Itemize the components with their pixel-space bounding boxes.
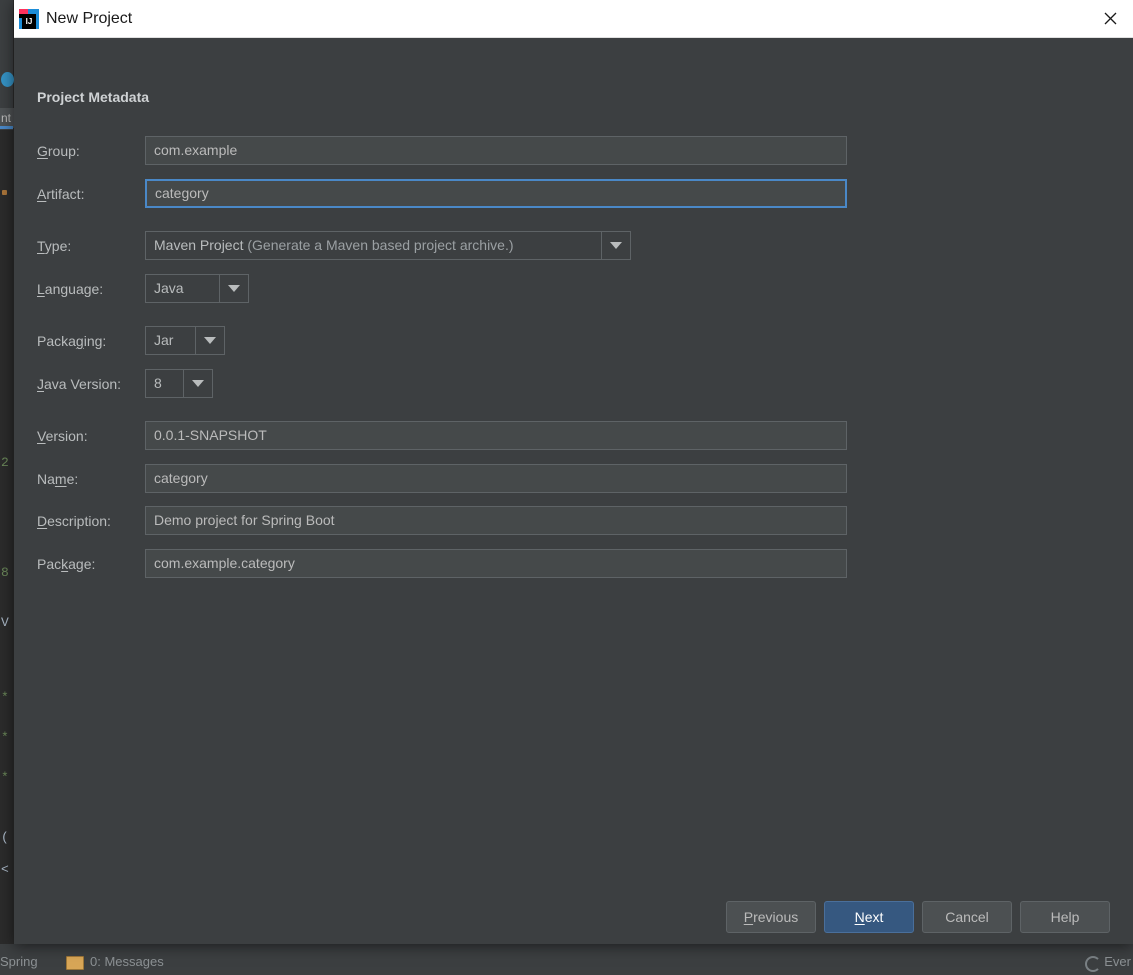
new-project-dialog: IJ New Project Project Metadata Group: co… xyxy=(14,0,1133,944)
java-version-combo[interactable]: 8 xyxy=(145,369,213,398)
label-group: Group: xyxy=(37,143,80,159)
ide-code-line: * xyxy=(1,690,9,705)
artifact-input[interactable]: category xyxy=(145,179,847,208)
close-icon[interactable] xyxy=(1087,0,1133,37)
label-description: Description: xyxy=(37,513,111,529)
type-combo-value: Maven Project (Generate a Maven based pr… xyxy=(154,237,514,253)
ide-editor-sliver xyxy=(0,130,13,944)
label-packaging: Packaging: xyxy=(37,333,107,349)
project-name-input[interactable]: category xyxy=(145,464,847,493)
chevron-down-icon[interactable] xyxy=(219,275,248,302)
label-version: Version: xyxy=(37,428,88,444)
packaging-combo[interactable]: Jar xyxy=(145,326,225,355)
intellij-idea-logo-icon: IJ xyxy=(18,8,40,30)
messages-icon xyxy=(66,956,84,970)
svg-text:IJ: IJ xyxy=(26,17,33,26)
dialog-title: New Project xyxy=(46,10,133,27)
packaging-combo-value: Jar xyxy=(154,332,174,348)
ide-code-line: V xyxy=(1,615,9,630)
ide-editor-tab-sliver[interactable]: nt xyxy=(0,108,14,128)
status-messages-label[interactable]: 0: Messages xyxy=(90,954,164,969)
dialog-title-bar: IJ New Project xyxy=(14,0,1133,38)
java-version-combo-value: 8 xyxy=(154,375,162,391)
ide-code-line: * xyxy=(1,730,9,745)
label-artifact: Artifact: xyxy=(37,186,85,202)
ide-code-line: * xyxy=(1,770,9,785)
chevron-down-glyph xyxy=(204,337,216,344)
chevron-down-glyph xyxy=(192,380,204,387)
label-package: Package: xyxy=(37,556,96,572)
chevron-down-icon[interactable] xyxy=(601,232,630,259)
ide-code-line: 2 xyxy=(1,455,9,470)
language-combo-value: Java xyxy=(154,280,184,296)
status-spring-label[interactable]: Spring xyxy=(0,954,38,969)
dialog-button-bar: Previous Next Cancel Help xyxy=(726,901,1110,933)
status-event-log-label[interactable]: Ever xyxy=(1104,954,1131,969)
ide-gutter-marker xyxy=(2,190,7,195)
chevron-down-glyph xyxy=(610,242,622,249)
description-input[interactable]: Demo project for Spring Boot xyxy=(145,506,847,535)
ide-code-line: < xyxy=(1,862,9,877)
label-project-name: Name: xyxy=(37,471,79,487)
ide-tab-active-underline xyxy=(0,126,13,129)
chevron-down-icon[interactable] xyxy=(195,327,224,354)
type-combo-detail: (Generate a Maven based project archive.… xyxy=(243,237,514,253)
previous-button[interactable]: Previous xyxy=(726,901,816,933)
cancel-button[interactable]: Cancel xyxy=(922,901,1012,933)
ide-status-bar: Spring 0: Messages Ever xyxy=(0,943,1133,975)
label-language: Language: xyxy=(37,281,104,297)
section-heading-project-metadata: Project Metadata xyxy=(37,89,150,105)
help-button[interactable]: Help xyxy=(1020,901,1110,933)
next-button[interactable]: Next xyxy=(824,901,914,933)
dialog-body: Project Metadata Group: com.example Artifa… xyxy=(14,38,1133,944)
chevron-down-glyph xyxy=(228,285,240,292)
label-java-version: Java Version: xyxy=(37,376,122,392)
chevron-down-icon[interactable] xyxy=(183,370,212,397)
ide-code-line: ( xyxy=(1,830,9,845)
event-log-icon xyxy=(1085,956,1101,972)
type-combo[interactable]: Maven Project (Generate a Maven based pr… xyxy=(145,231,631,260)
language-combo[interactable]: Java xyxy=(145,274,249,303)
group-input[interactable]: com.example xyxy=(145,136,847,165)
version-input[interactable]: 0.0.1-SNAPSHOT xyxy=(145,421,847,450)
package-input[interactable]: com.example.category xyxy=(145,549,847,578)
ide-toolbar-blue-icon xyxy=(1,72,14,87)
ide-code-line: 8 xyxy=(1,565,9,580)
label-type: Type: xyxy=(37,238,72,254)
